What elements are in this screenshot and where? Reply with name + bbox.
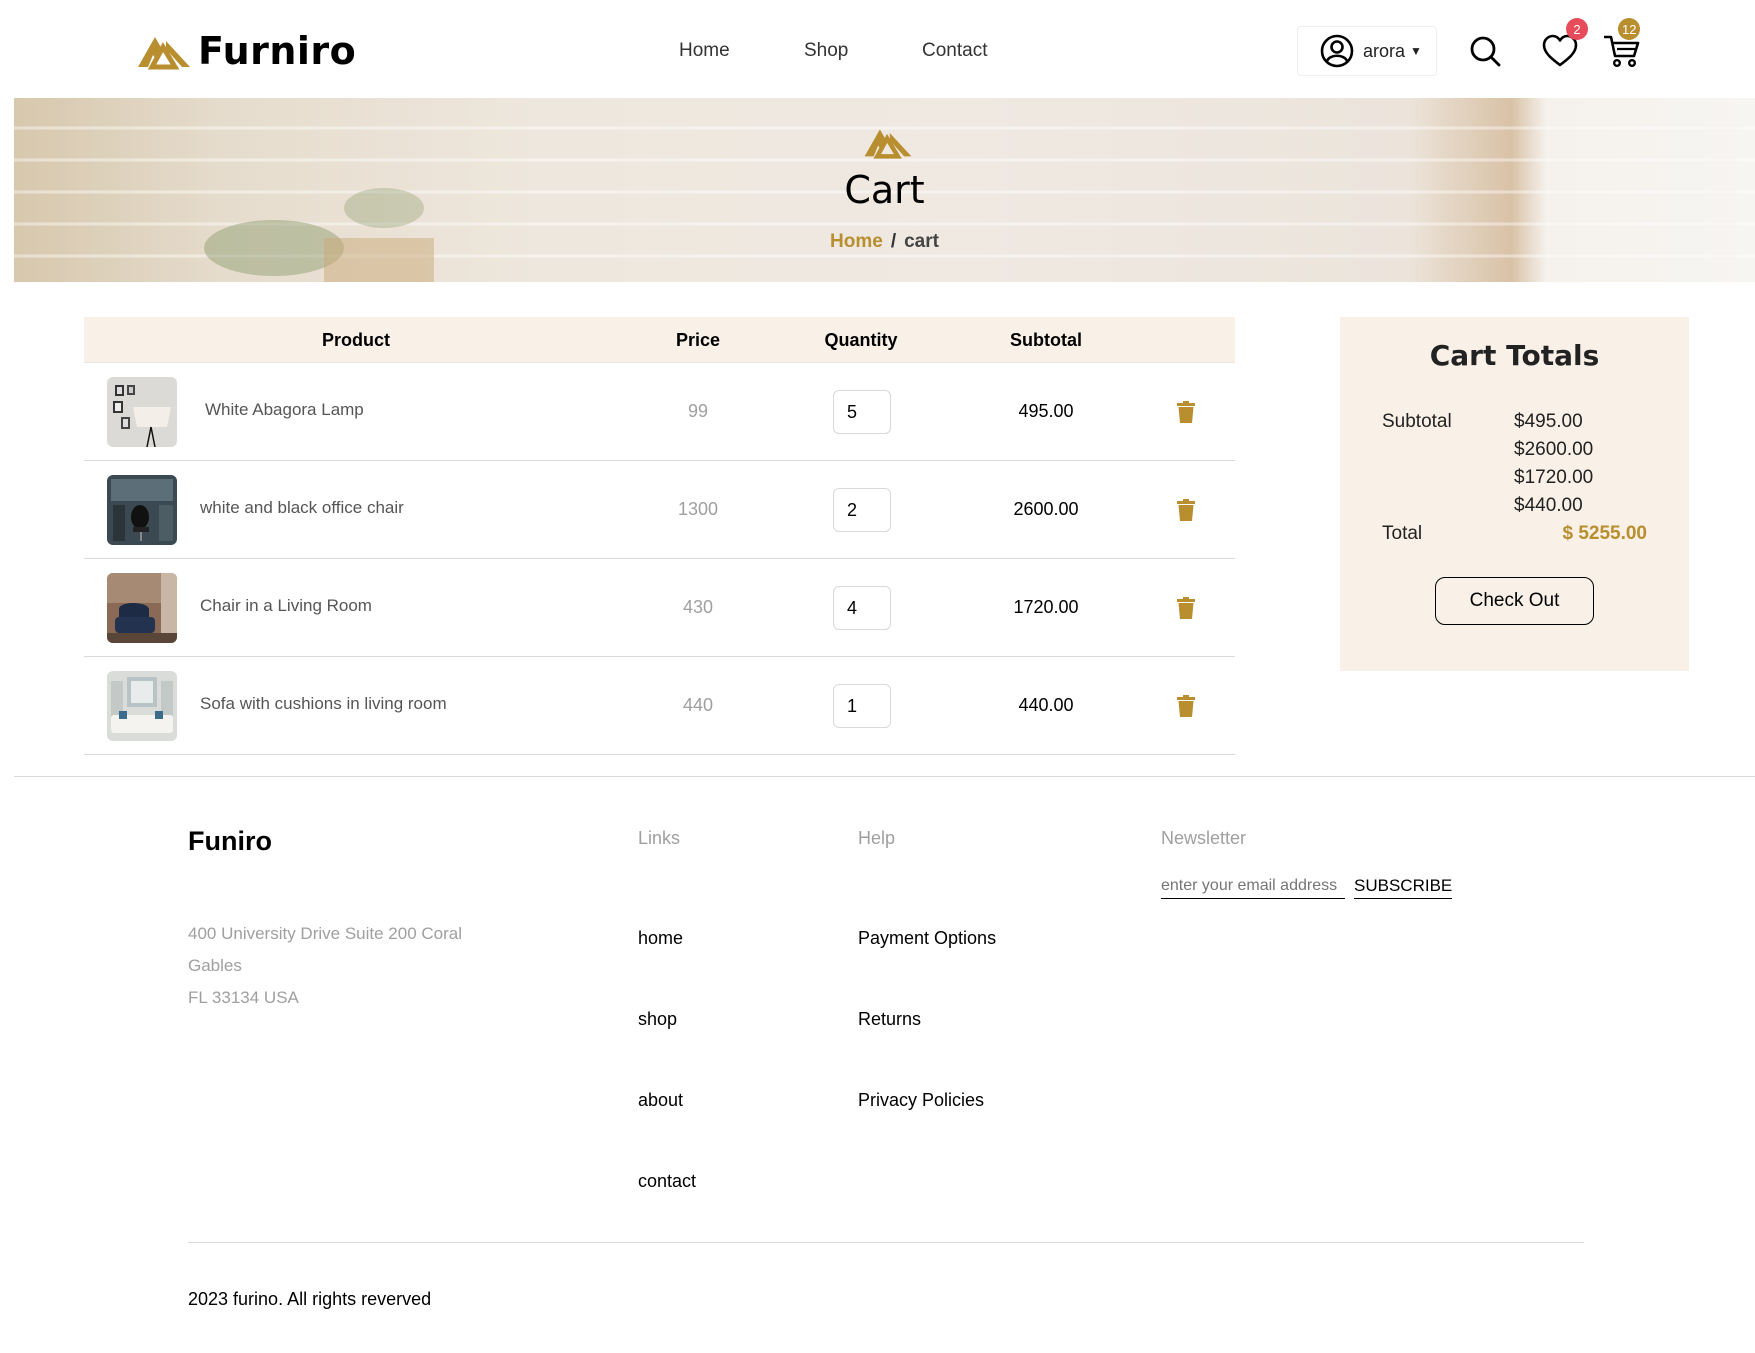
footer-link-home[interactable]: home	[638, 928, 683, 949]
search-icon[interactable]	[1469, 35, 1501, 67]
breadcrumb: Home / cart	[14, 231, 1755, 253]
row-subtotal: 440.00	[1018, 695, 1074, 715]
product-name[interactable]: Sofa with cushions in living room	[200, 694, 447, 714]
brand-logo[interactable]: Furniro	[136, 28, 356, 74]
cart-table: Product Price Quantity Subtotal White Ab…	[84, 317, 1235, 755]
product-thumbnail[interactable]	[107, 671, 177, 741]
page-title: Cart	[844, 168, 925, 212]
row-subtotal: 495.00	[1018, 401, 1074, 421]
wishlist-count-badge: 2	[1566, 18, 1588, 40]
cart-row: White Abagora Lamp 99 495.00	[84, 363, 1235, 461]
column-header-quantity: Quantity	[824, 330, 898, 350]
product-price: 430	[682, 597, 714, 617]
row-subtotal: 2600.00	[1013, 499, 1079, 519]
footer-help-heading: Help	[858, 828, 896, 848]
footer-divider	[14, 776, 1755, 777]
product-price: 99	[687, 401, 709, 421]
footer-link-payment-options[interactable]: Payment Options	[858, 928, 996, 949]
cart-row: white and black office chair 1300 2600.0…	[84, 461, 1235, 559]
product-thumbnail[interactable]	[107, 475, 177, 545]
logo-icon	[864, 129, 912, 159]
subtotal-label: Subtotal	[1382, 411, 1452, 432]
trash-icon[interactable]	[1177, 597, 1195, 619]
newsletter-email-input[interactable]	[1161, 873, 1345, 899]
logo-icon	[138, 37, 190, 70]
column-header-product: Product	[321, 330, 391, 350]
product-name[interactable]: White Abagora Lamp	[205, 400, 364, 420]
copyright-text: 2023 furino. All rights reverved	[188, 1289, 432, 1309]
subtotal-value: $495.00	[1514, 411, 1583, 432]
footer-link-privacy-policies[interactable]: Privacy Policies	[858, 1090, 984, 1111]
banner-content: Cart Home / cart	[14, 98, 1755, 282]
product-price: 440	[682, 695, 714, 715]
footer-links-heading: Links	[638, 828, 681, 848]
quantity-input[interactable]	[833, 488, 891, 532]
trash-icon[interactable]	[1177, 401, 1195, 423]
breadcrumb-current: cart	[904, 231, 939, 252]
address-line: 400 University Drive Suite 200 Coral Gab…	[188, 924, 463, 975]
user-menu-button[interactable]: arora ▼	[1297, 26, 1437, 76]
subscribe-button[interactable]: SUBSCRIBE	[1354, 873, 1453, 899]
chevron-down-icon: ▼	[1410, 44, 1422, 58]
quantity-input[interactable]	[833, 390, 891, 434]
row-subtotal: 1720.00	[1013, 597, 1079, 617]
page-banner: Cart Home / cart	[14, 98, 1755, 282]
cart-totals-panel: Cart Totals Subtotal $495.00 $2600.00 $1…	[1340, 317, 1689, 671]
cart-totals-title: Cart Totals	[1429, 339, 1600, 372]
nav-contact[interactable]: Contact	[922, 40, 987, 62]
nav-home[interactable]: Home	[679, 40, 730, 62]
trash-icon[interactable]	[1177, 695, 1195, 717]
footer-bottom-divider	[188, 1242, 1584, 1243]
total-label: Total	[1382, 523, 1423, 544]
trash-icon[interactable]	[1177, 499, 1195, 521]
subtotal-value: $440.00	[1514, 495, 1583, 516]
column-header-subtotal: Subtotal	[1010, 330, 1082, 350]
subtotal-value: $2600.00	[1514, 439, 1594, 460]
user-name: arora	[1363, 40, 1406, 61]
cart-row: Sofa with cushions in living room 440 44…	[84, 657, 1235, 755]
footer-address: 400 University Drive Suite 200 Coral Gab…	[188, 918, 518, 1014]
footer-link-returns[interactable]: Returns	[858, 1009, 921, 1030]
product-name[interactable]: white and black office chair	[200, 498, 404, 518]
table-header: Product Price Quantity Subtotal	[84, 317, 1235, 363]
column-header-price: Price	[675, 330, 721, 350]
breadcrumb-separator: /	[890, 231, 897, 252]
footer-link-about[interactable]: about	[638, 1090, 683, 1111]
cart-icon	[1603, 35, 1640, 68]
address-line: FL 33134 USA	[188, 988, 299, 1007]
checkout-button[interactable]: Check Out	[1435, 577, 1594, 625]
total-value: $ 5255.00	[1562, 523, 1647, 544]
product-thumbnail[interactable]	[107, 377, 177, 447]
footer-newsletter-heading: Newsletter	[1161, 828, 1247, 848]
nav-shop[interactable]: Shop	[804, 40, 848, 62]
cart-button[interactable]: 12	[1603, 18, 1641, 68]
footer-link-contact[interactable]: contact	[638, 1171, 696, 1192]
breadcrumb-home-link[interactable]: Home	[830, 231, 883, 252]
product-price: 1300	[677, 499, 719, 519]
product-thumbnail[interactable]	[107, 573, 177, 643]
quantity-input[interactable]	[833, 586, 891, 630]
footer-brand: Funiro	[188, 826, 272, 856]
user-circle-icon	[1320, 34, 1354, 68]
quantity-input[interactable]	[833, 684, 891, 728]
site-header: Furniro Home Shop Contact arora ▼ 2 12	[0, 0, 1755, 98]
subtotal-value: $1720.00	[1514, 467, 1594, 488]
cart-row: Chair in a Living Room 430 1720.00	[84, 559, 1235, 657]
footer-link-shop[interactable]: shop	[638, 1009, 677, 1030]
wishlist-button[interactable]: 2	[1542, 18, 1588, 68]
product-name[interactable]: Chair in a Living Room	[200, 596, 372, 616]
brand-name: Furniro	[198, 29, 357, 73]
